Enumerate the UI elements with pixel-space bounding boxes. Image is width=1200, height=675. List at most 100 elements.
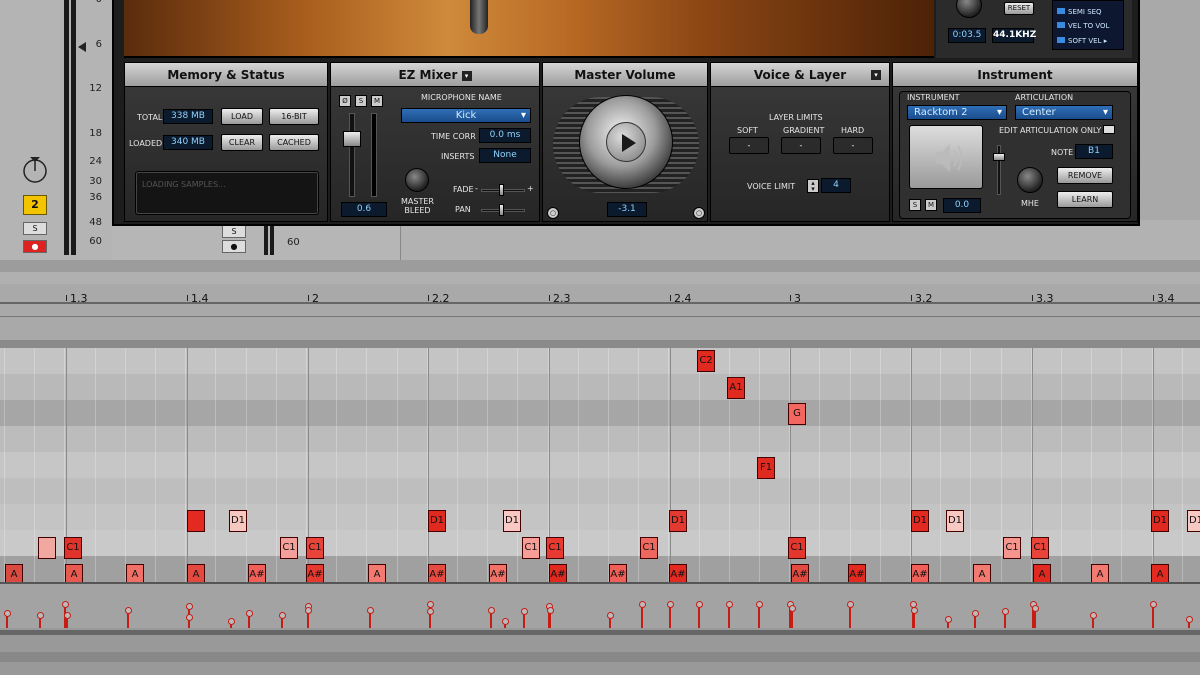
velocity-handle[interactable] bbox=[487, 607, 495, 614]
velocity-handle[interactable] bbox=[426, 601, 434, 608]
16-bit-button[interactable]: 16-BIT bbox=[269, 108, 319, 125]
edit-articulation-toggle[interactable] bbox=[1103, 125, 1115, 134]
velocity-handle[interactable] bbox=[1031, 605, 1039, 612]
midi-note[interactable]: D1 bbox=[946, 510, 964, 532]
velocity-handle[interactable] bbox=[1001, 608, 1009, 615]
velocity-handle[interactable] bbox=[788, 605, 796, 612]
velocity-handle[interactable] bbox=[185, 603, 193, 610]
velocity-handle[interactable] bbox=[971, 610, 979, 617]
pan-knob-icon[interactable] bbox=[21, 155, 49, 183]
velocity-handle[interactable] bbox=[846, 601, 854, 608]
midi-note[interactable]: D1 bbox=[229, 510, 247, 532]
velocity-handle[interactable] bbox=[666, 601, 674, 608]
speaker-preview-icon[interactable] bbox=[909, 125, 983, 189]
mixer-mute-button[interactable]: M bbox=[371, 95, 383, 107]
midi-note[interactable] bbox=[38, 537, 56, 559]
velocity-handle[interactable] bbox=[185, 614, 193, 621]
midi-note[interactable]: D1 bbox=[503, 510, 521, 532]
mixer-solo-button[interactable]: S bbox=[355, 95, 367, 107]
midi-note[interactable]: D1 bbox=[1151, 510, 1169, 532]
velocity-handle[interactable] bbox=[1089, 612, 1097, 619]
velocity-handle[interactable] bbox=[546, 607, 554, 614]
velocity-handle[interactable] bbox=[63, 612, 71, 619]
fade-slider-thumb[interactable] bbox=[499, 184, 504, 196]
cached-button[interactable]: CACHED bbox=[269, 134, 319, 151]
pan-slider-thumb[interactable] bbox=[499, 204, 504, 216]
midi-note[interactable]: C1 bbox=[546, 537, 564, 559]
clear-button[interactable]: CLEAR bbox=[221, 134, 263, 151]
velocity-handle[interactable] bbox=[1185, 616, 1193, 623]
midi-note[interactable]: C1 bbox=[64, 537, 82, 559]
velocity-handle[interactable] bbox=[245, 610, 253, 617]
instrument-level-thumb[interactable] bbox=[993, 153, 1005, 161]
volume-fader-arrow-icon[interactable] bbox=[78, 42, 86, 52]
velocity-handle[interactable] bbox=[304, 607, 312, 614]
cycle-left-icon[interactable]: ○ bbox=[547, 207, 559, 219]
midi-note[interactable]: G bbox=[788, 403, 806, 425]
midi-note[interactable]: C1 bbox=[1003, 537, 1021, 559]
midi-note[interactable]: D1 bbox=[428, 510, 446, 532]
velocity-handle[interactable] bbox=[501, 618, 509, 625]
midi-note[interactable]: C1 bbox=[640, 537, 658, 559]
solo-button-2[interactable]: S bbox=[222, 225, 246, 238]
velocity-handle[interactable] bbox=[520, 608, 528, 615]
dropdown-icon[interactable]: ▾ bbox=[461, 70, 472, 81]
midi-note[interactable]: A1 bbox=[727, 377, 745, 399]
record-button-2[interactable]: ● bbox=[222, 240, 246, 253]
channel-fader-thumb[interactable] bbox=[343, 131, 361, 147]
hard-value[interactable]: - bbox=[833, 137, 873, 154]
record-arm-button[interactable]: ● bbox=[23, 240, 47, 253]
midi-note[interactable]: C1 bbox=[788, 537, 806, 559]
phase-button[interactable]: Ø bbox=[339, 95, 351, 107]
reset-button[interactable]: RESET bbox=[1004, 2, 1034, 15]
inserts-value[interactable]: None bbox=[479, 148, 531, 163]
mhe-knob[interactable] bbox=[1017, 167, 1043, 193]
option-vel-to-vol[interactable]: VEL TO VOL bbox=[1057, 22, 1109, 30]
velocity-handle[interactable] bbox=[725, 601, 733, 608]
instrument-mute-button[interactable]: M bbox=[925, 199, 937, 211]
voice-limit-value[interactable]: 4 bbox=[821, 178, 851, 193]
option-semi-seq[interactable]: SEMI SEQ bbox=[1057, 8, 1102, 16]
velocity-handle[interactable] bbox=[3, 610, 11, 617]
dropdown-icon[interactable]: ▾ bbox=[871, 70, 881, 80]
instrument-solo-button[interactable]: S bbox=[909, 199, 921, 211]
midi-note[interactable]: D1 bbox=[911, 510, 929, 532]
velocity-handle[interactable] bbox=[61, 601, 69, 608]
load-button[interactable]: LOAD bbox=[221, 108, 263, 125]
option-soft-vel[interactable]: SOFT VEL ▸ bbox=[1057, 37, 1107, 45]
midi-note[interactable]: C1 bbox=[280, 537, 298, 559]
velocity-handle[interactable] bbox=[944, 616, 952, 623]
tempo-knob-icon[interactable] bbox=[956, 0, 982, 18]
play-icon[interactable] bbox=[606, 122, 646, 162]
note-value[interactable]: B1 bbox=[1075, 144, 1113, 159]
midi-note[interactable]: C1 bbox=[522, 537, 540, 559]
master-bleed-knob[interactable] bbox=[405, 168, 429, 192]
velocity-handle[interactable] bbox=[755, 601, 763, 608]
velocity-handle[interactable] bbox=[606, 612, 614, 619]
instrument-dropdown[interactable]: Racktom 2 bbox=[907, 105, 1007, 120]
midi-note[interactable]: C2 bbox=[697, 350, 715, 372]
midi-note[interactable]: C1 bbox=[306, 537, 324, 559]
velocity-handle[interactable] bbox=[366, 607, 374, 614]
cycle-right-icon[interactable]: ○ bbox=[693, 207, 705, 219]
voice-limit-stepper[interactable]: ▴ ▾ bbox=[807, 179, 819, 193]
soft-value[interactable]: - bbox=[729, 137, 769, 154]
velocity-handle[interactable] bbox=[124, 607, 132, 614]
time-corr-value[interactable]: 0.0 ms bbox=[479, 128, 531, 143]
solo-button[interactable]: S bbox=[23, 222, 47, 235]
ez-mixer-title[interactable]: EZ Mixer ▾ bbox=[331, 63, 539, 87]
voice-layer-title[interactable]: Voice & Layer ▾ bbox=[711, 63, 889, 87]
remove-button[interactable]: REMOVE bbox=[1057, 167, 1113, 184]
mic-name-dropdown[interactable]: Kick bbox=[401, 108, 531, 123]
articulation-dropdown[interactable]: Center bbox=[1015, 105, 1113, 120]
midi-note[interactable]: C1 bbox=[1031, 537, 1049, 559]
velocity-handle[interactable] bbox=[227, 618, 235, 625]
velocity-handle[interactable] bbox=[1149, 601, 1157, 608]
velocity-handle[interactable] bbox=[36, 612, 44, 619]
midi-note[interactable]: D1 bbox=[669, 510, 687, 532]
velocity-handle[interactable] bbox=[695, 601, 703, 608]
velocity-handle[interactable] bbox=[910, 607, 918, 614]
track-number-badge[interactable]: 2 bbox=[23, 195, 47, 215]
midi-note[interactable]: F1 bbox=[757, 457, 775, 479]
gradient-value[interactable]: - bbox=[781, 137, 821, 154]
